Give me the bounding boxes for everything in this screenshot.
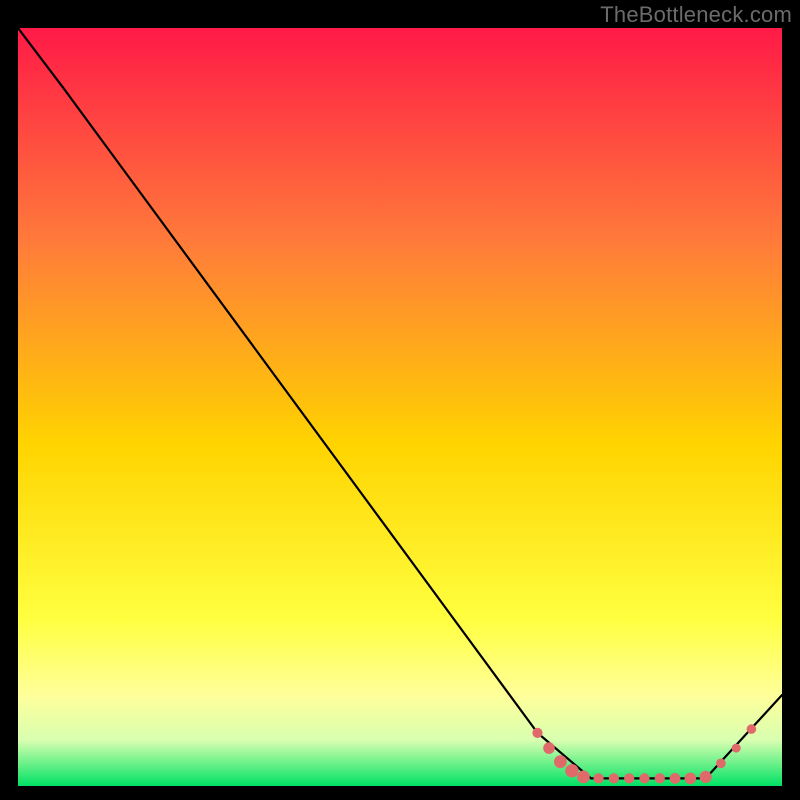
chart-svg	[18, 28, 782, 786]
marker-dot	[700, 771, 712, 783]
marker-dot	[565, 764, 578, 777]
marker-dot	[685, 773, 697, 785]
marker-dot	[716, 759, 726, 769]
marker-dot	[609, 773, 619, 783]
gradient-background	[18, 28, 782, 786]
marker-dot	[732, 744, 741, 753]
marker-dot	[655, 773, 665, 783]
marker-dot	[554, 755, 567, 768]
chart-frame: TheBottleneck.com	[0, 0, 800, 800]
marker-dot	[670, 773, 681, 784]
marker-dot	[543, 742, 555, 754]
marker-dot	[577, 771, 590, 784]
plot-area	[18, 28, 782, 786]
marker-dot	[624, 773, 634, 783]
marker-dot	[532, 728, 542, 738]
marker-dot	[639, 773, 649, 783]
watermark-text: TheBottleneck.com	[600, 2, 792, 28]
marker-dot	[747, 724, 757, 734]
marker-dot	[594, 773, 604, 783]
